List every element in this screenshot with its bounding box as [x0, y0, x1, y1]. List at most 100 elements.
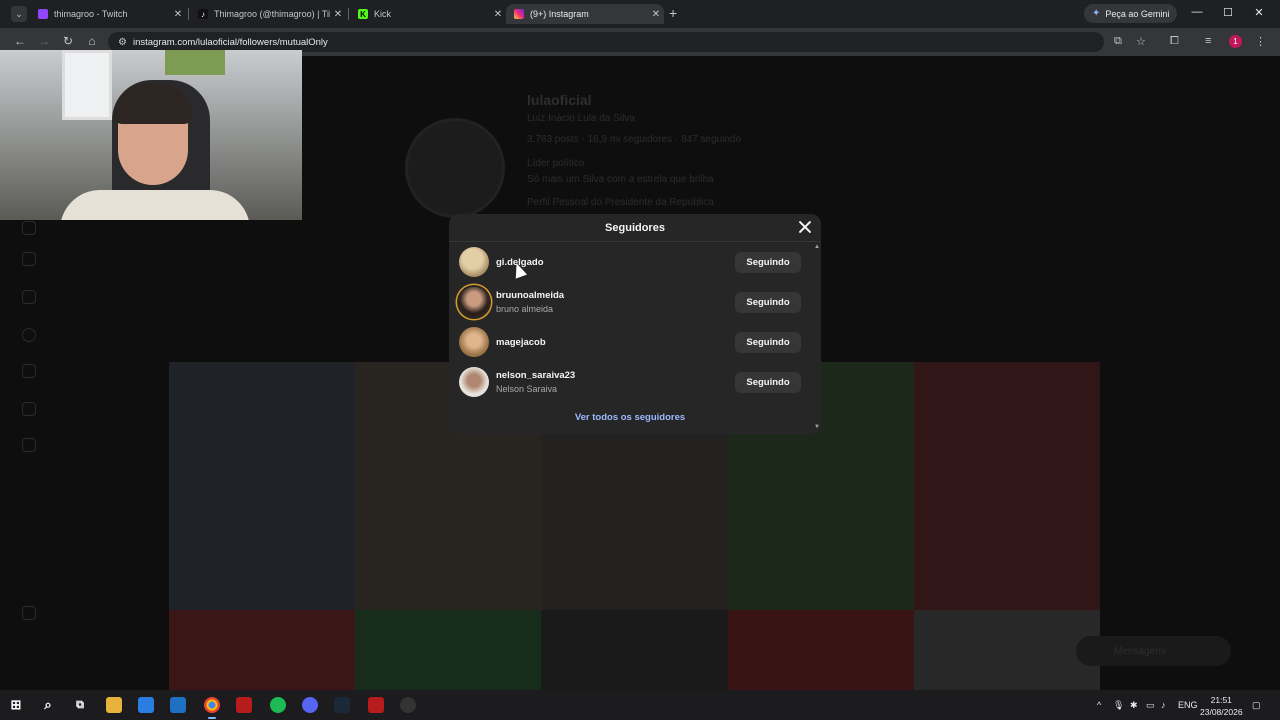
discord-icon[interactable]: [302, 697, 318, 713]
close-window-icon[interactable]: ✕: [1249, 6, 1269, 19]
avatar[interactable]: [459, 367, 489, 397]
notification-icon[interactable]: ▢: [1252, 700, 1261, 711]
network-icon[interactable]: ▭: [1146, 700, 1155, 711]
tab-instagram[interactable]: (9+) Instagram ✕: [506, 4, 664, 24]
plant-shape: [165, 50, 225, 75]
new-tab-icon[interactable]: +: [669, 5, 677, 21]
avatar[interactable]: [459, 327, 489, 357]
url-text[interactable]: instagram.com/lulaoficial/followers/mutu…: [133, 37, 328, 48]
webcam-overlay: [0, 50, 302, 220]
task-view-icon[interactable]: ⧉: [72, 697, 88, 713]
post-thumbnail[interactable]: [913, 362, 1100, 610]
address-bar[interactable]: ⚙ instagram.com/lulaoficial/followers/mu…: [108, 32, 1104, 52]
close-tab-icon[interactable]: ✕: [170, 9, 186, 20]
messages-nav-icon[interactable]: [22, 290, 36, 304]
following-button[interactable]: Seguindo: [735, 331, 801, 353]
search-nav-icon[interactable]: [22, 328, 36, 342]
see-all-followers-link[interactable]: Ver todos os seguidores: [449, 412, 811, 423]
tab-title: thimagroo - Twitch: [54, 9, 128, 19]
tab-kick[interactable]: K Kick ✕: [350, 4, 506, 24]
reload-icon[interactable]: ↻: [60, 34, 76, 48]
store-icon[interactable]: [138, 697, 154, 713]
post-thumbnail[interactable]: [913, 610, 1100, 690]
follower-info: nelson_saraiva23 Nelson Saraiva: [496, 370, 575, 394]
close-icon[interactable]: [797, 219, 813, 235]
tab-tiktok[interactable]: ♪ Thimagroo (@thimagroo) | TikTok ✕: [190, 4, 346, 24]
tray-chevron-icon[interactable]: ^: [1097, 700, 1101, 710]
following-button[interactable]: Seguindo: [735, 251, 801, 273]
follower-username[interactable]: nelson_saraiva23: [496, 370, 575, 381]
language-indicator[interactable]: ENG: [1178, 700, 1198, 710]
tab-divider: [348, 8, 349, 20]
windows-start-icon[interactable]: ⊞: [8, 697, 24, 713]
bookmark-star-icon[interactable]: ☆: [1136, 35, 1146, 48]
back-icon[interactable]: ←: [12, 34, 28, 48]
follower-row[interactable]: bruunoalmeida bruno almeida Seguindo: [449, 282, 813, 322]
microphone-icon[interactable]: 🎙: [1113, 700, 1124, 711]
minimize-icon[interactable]: —: [1187, 6, 1207, 18]
follower-info: bruunoalmeida bruno almeida: [496, 290, 564, 314]
follower-row[interactable]: nelson_saraiva23 Nelson Saraiva Seguindo: [449, 362, 813, 402]
gemini-label: Peça ao Gemini: [1105, 8, 1170, 19]
modal-scrollbar[interactable]: ▲ ▼: [813, 242, 821, 434]
forward-icon[interactable]: →: [36, 34, 52, 48]
modal-title: Seguidores: [605, 221, 665, 234]
post-thumbnail[interactable]: [169, 362, 356, 610]
following-button[interactable]: Seguindo: [735, 291, 801, 313]
follower-username[interactable]: bruunoalmeida: [496, 290, 564, 301]
obs-icon[interactable]: [400, 697, 416, 713]
menu-kebab-icon[interactable]: ⋮: [1255, 35, 1266, 48]
instagram-icon: [514, 9, 524, 19]
search-icon[interactable]: ⌕: [40, 697, 56, 713]
gemini-button[interactable]: ✦ Peça ao Gemini: [1084, 4, 1178, 23]
home-icon[interactable]: ⌂: [84, 34, 100, 48]
scroll-down-icon[interactable]: ▼: [814, 424, 820, 430]
messages-button[interactable]: Mensagens: [1076, 636, 1231, 666]
reels-nav-icon[interactable]: [22, 252, 36, 266]
avatar[interactable]: [459, 287, 489, 317]
follower-username[interactable]: magejacob: [496, 337, 546, 348]
follower-row[interactable]: gi.delgado Seguindo: [449, 242, 813, 282]
voicemeeter-icon[interactable]: [236, 697, 252, 713]
tab-search-icon[interactable]: ⌄: [11, 6, 27, 22]
post-thumbnail[interactable]: [727, 610, 914, 690]
shirt-shape: [60, 190, 250, 220]
maximize-icon[interactable]: ☐: [1218, 6, 1238, 19]
extensions-icon[interactable]: ⧠: [1170, 35, 1179, 48]
profile-category: Líder político: [527, 158, 585, 169]
close-tab-icon[interactable]: ✕: [648, 9, 664, 20]
dashboard-nav-icon[interactable]: [22, 438, 36, 452]
create-nav-icon[interactable]: [22, 402, 36, 416]
close-tab-icon[interactable]: ✕: [490, 9, 506, 20]
post-thumbnail[interactable]: [541, 610, 728, 690]
volume-icon[interactable]: ♪: [1161, 700, 1166, 710]
close-tab-icon[interactable]: ✕: [330, 9, 346, 20]
follower-fullname: Nelson Saraiva: [496, 384, 558, 394]
voicemeeter-icon[interactable]: [368, 697, 384, 713]
following-button[interactable]: Seguindo: [735, 371, 801, 393]
chrome-icon[interactable]: [204, 697, 220, 719]
more-menu-icon[interactable]: [22, 606, 36, 620]
site-info-icon[interactable]: ⚙: [118, 37, 127, 48]
media-control-icon[interactable]: ≡: [1205, 35, 1211, 47]
tab-twitch[interactable]: thimagroo - Twitch ✕: [30, 4, 186, 24]
profile-bio-line: Perfil Pessoal do Presidente da Repúblic…: [527, 197, 714, 208]
profile-avatar[interactable]: 1: [1229, 35, 1242, 48]
home-nav-icon[interactable]: [22, 221, 36, 235]
scroll-up-icon[interactable]: ▲: [814, 244, 820, 250]
notifications-nav-icon[interactable]: [22, 364, 36, 378]
outlook-icon[interactable]: [170, 697, 186, 713]
tray-app-icon[interactable]: ✱: [1130, 700, 1138, 711]
spotify-icon[interactable]: [270, 697, 286, 713]
avatar[interactable]: [459, 247, 489, 277]
system-clock[interactable]: 21:51 23/08/2026: [1200, 694, 1243, 718]
post-thumbnail[interactable]: [169, 610, 356, 690]
file-explorer-icon[interactable]: [106, 697, 122, 713]
window-shape: [62, 50, 112, 120]
profile-fullname: Luiz Inácio Lula da Silva: [527, 113, 635, 124]
install-app-icon[interactable]: ⧉: [1114, 35, 1122, 48]
post-thumbnail[interactable]: [355, 610, 542, 690]
steam-icon[interactable]: [334, 697, 350, 713]
profile-picture[interactable]: [405, 118, 505, 218]
follower-row[interactable]: magejacob Seguindo: [449, 322, 813, 362]
